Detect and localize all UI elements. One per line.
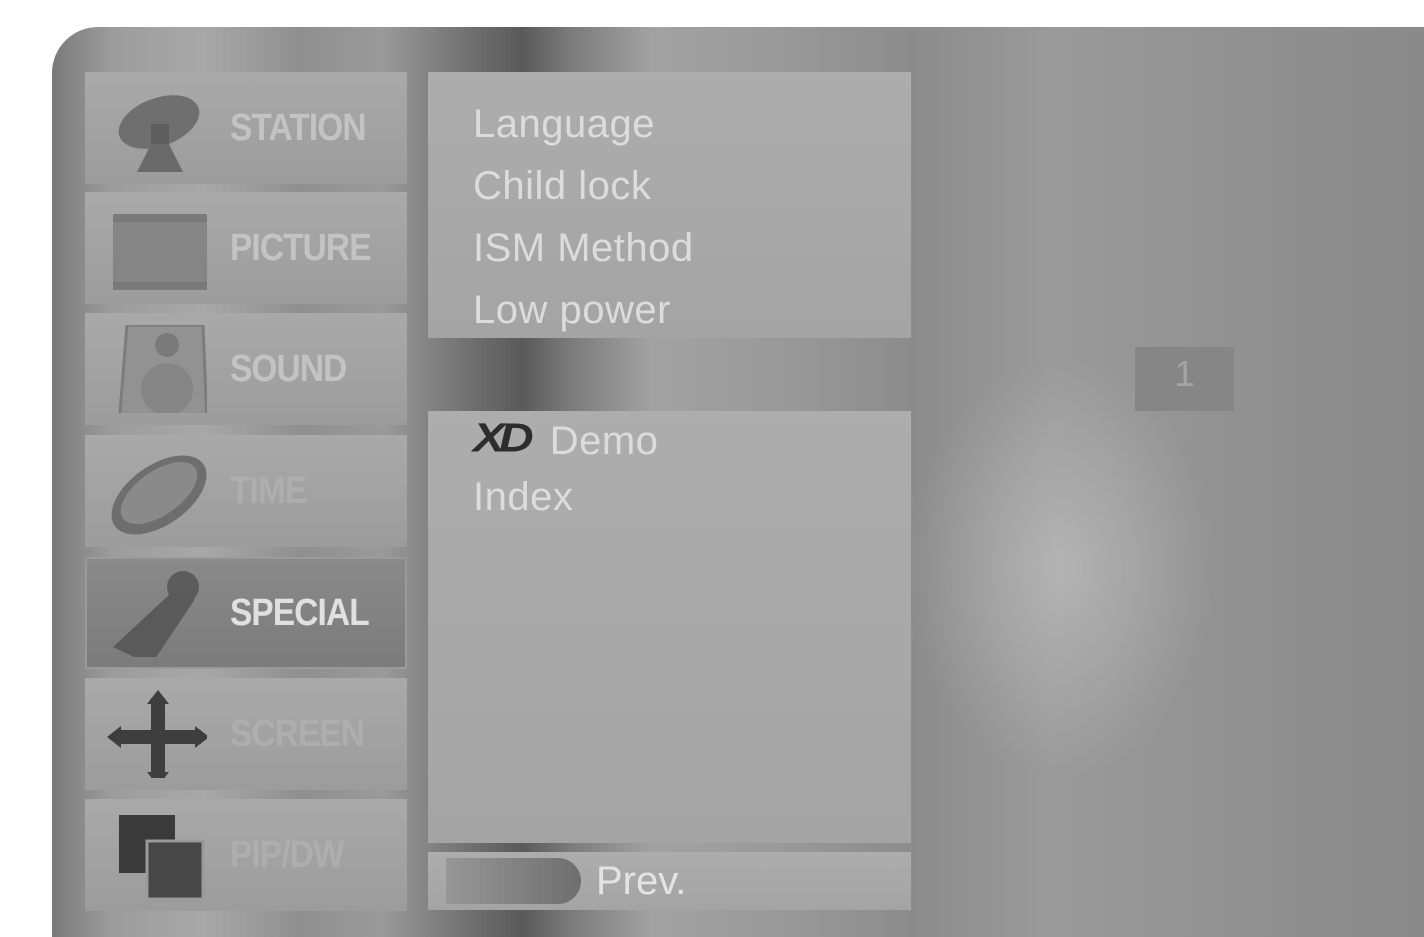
footer-bar: Prev. <box>428 852 911 910</box>
menu-item-xd-demo[interactable]: XD Demo <box>473 411 658 466</box>
submenu-top-panel: Language Child lock ISM Method Low power <box>428 72 911 338</box>
menu-item-low-power[interactable]: Low power <box>473 288 671 333</box>
prev-label: Prev. <box>596 859 687 903</box>
prev-button-icon[interactable] <box>446 858 581 904</box>
clock-disc-icon <box>107 447 207 535</box>
pip-windows-icon <box>107 811 207 901</box>
sidebar-item-station[interactable]: STATION <box>85 72 407 184</box>
sidebar-item-screen[interactable]: SCREEN <box>85 678 407 790</box>
sidebar-item-label: SPECIAL <box>230 592 370 634</box>
move-arrows-icon <box>107 690 209 786</box>
submenu-mid-panel: XD Demo Index <box>428 411 911 843</box>
menu-item-ism-method[interactable]: ISM Method <box>473 226 694 271</box>
menu-item-child-lock[interactable]: Child lock <box>473 164 651 209</box>
menu-item-index[interactable]: Index <box>473 475 573 520</box>
sidebar-item-label: STATION <box>230 107 367 149</box>
sidebar-item-label: PIP/DW <box>230 834 345 876</box>
wrench-icon <box>107 569 207 665</box>
sidebar-item-label: SCREEN <box>230 713 365 755</box>
page-indicator: 1 <box>1135 347 1234 411</box>
sidebar-item-sound[interactable]: SOUND <box>85 313 407 427</box>
satellite-dish-icon <box>107 84 207 172</box>
sidebar-item-pip-dw[interactable]: PIP/DW <box>85 799 407 911</box>
xd-demo-label: Demo <box>549 419 659 463</box>
sidebar-item-label: PICTURE <box>230 227 372 269</box>
xd-logo: XD <box>473 415 534 462</box>
sidebar-item-time[interactable]: TIME <box>85 435 407 547</box>
picture-frame-icon <box>107 204 209 292</box>
menu-item-language[interactable]: Language <box>473 102 655 147</box>
speaker-icon <box>107 323 209 427</box>
sidebar-item-picture[interactable]: PICTURE <box>85 192 407 304</box>
sidebar-item-special[interactable]: SPECIAL <box>85 557 407 669</box>
sidebar-item-label: TIME <box>230 470 307 512</box>
sidebar-item-label: SOUND <box>230 348 347 390</box>
